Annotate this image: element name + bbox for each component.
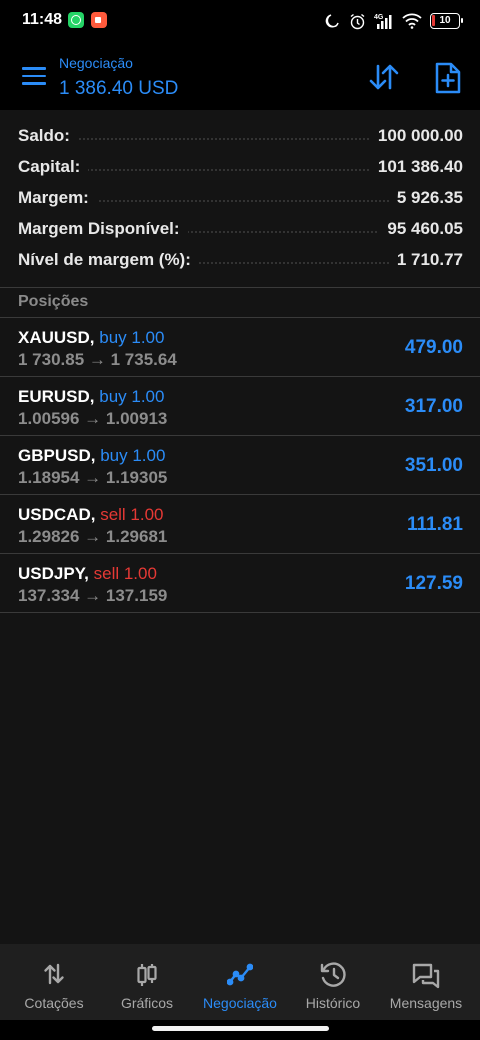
signal-icon: 4G: [374, 14, 392, 29]
summary-value: 5 926.35: [388, 188, 463, 208]
position-row-gbpusd[interactable]: GBPUSD, buy 1.00 1.18954 → 1.19305 351.0…: [0, 436, 480, 495]
position-profit: 479.00: [404, 337, 463, 358]
position-title: USDJPY, sell 1.00: [18, 564, 157, 584]
candlestick-chart-icon: [137, 964, 157, 986]
menu-button[interactable]: [22, 67, 46, 87]
alarm-icon: [350, 13, 365, 29]
summary-label: Margem:: [18, 188, 97, 208]
whatsapp-icon: [68, 12, 84, 28]
position-symbol: USDJPY,: [18, 564, 89, 583]
screen-recorder-icon: [91, 12, 107, 28]
summary-row-nivel-margem: Nível de margem (%): 1 710.77: [0, 246, 480, 277]
account-summary: Saldo: 100 000.00 Capital: 101 386.40 Ma…: [0, 110, 480, 288]
quotes-arrows-icon: [44, 963, 64, 985]
dotted-leader: [60, 169, 420, 171]
nav-tab-negociacao[interactable]: Negociação: [191, 944, 289, 1020]
history-clock-icon: [320, 962, 346, 987]
status-bar: 11:48 4G 10: [0, 0, 480, 42]
position-title: USDCAD, sell 1.00: [18, 505, 164, 525]
summary-label: Saldo:: [18, 126, 78, 146]
positions-header: Posições: [0, 288, 480, 318]
summary-label: Capital:: [18, 157, 89, 177]
sort-button[interactable]: [368, 62, 400, 92]
position-symbol: EURUSD,: [18, 387, 95, 406]
position-symbol: GBPUSD,: [18, 446, 96, 465]
position-title: EURUSD, buy 1.00: [18, 387, 164, 407]
status-time: 11:48: [22, 11, 63, 28]
position-prices: 1.29826 → 1.29681: [18, 527, 168, 546]
position-symbol: USDCAD,: [18, 505, 96, 524]
summary-value: 1 710.77: [388, 250, 463, 270]
nav-label: Gráficos: [120, 995, 174, 1011]
position-side: buy 1.00: [100, 446, 166, 465]
new-document-icon: [435, 62, 461, 94]
position-profit: 317.00: [404, 396, 463, 417]
position-row-xauusd[interactable]: XAUUSD, buy 1.00 1 730.85 → 1 735.64 479…: [0, 318, 480, 377]
position-prices: 1.18954 → 1.19305: [18, 468, 168, 487]
position-prices: 1.00596 → 1.00913: [18, 409, 168, 428]
status-icons: 4G 10: [325, 11, 463, 31]
nav-label: Negociação: [203, 995, 277, 1011]
position-prices: 137.334 → 137.159: [18, 586, 168, 605]
summary-row-saldo: Saldo: 100 000.00: [0, 122, 480, 153]
network-type: 4G: [374, 14, 384, 21]
position-profit: 111.81: [406, 514, 463, 535]
messages-icon: [412, 963, 440, 989]
position-symbol: XAUUSD,: [18, 328, 95, 347]
battery-icon: 10: [430, 13, 463, 29]
position-row-eurusd[interactable]: EURUSD, buy 1.00 1.00596 → 1.00913 317.0…: [0, 377, 480, 436]
bottom-navigation: Cotações Gráficos Negociação Histórico M…: [0, 944, 480, 1020]
summary-label: Nível de margem (%):: [18, 250, 199, 270]
positions-title: Posições: [18, 293, 89, 310]
nav-tab-cotacoes[interactable]: Cotações: [5, 944, 103, 1020]
position-row-usdjpy[interactable]: USDJPY, sell 1.00 137.334 → 137.159 127.…: [0, 554, 480, 613]
position-side: buy 1.00: [99, 387, 165, 406]
gesture-area: [0, 1020, 480, 1040]
position-profit: 351.00: [404, 455, 463, 476]
nav-tab-historico[interactable]: Histórico: [284, 944, 382, 1020]
trade-line-icon: [227, 963, 253, 986]
nav-tab-graficos[interactable]: Gráficos: [98, 944, 196, 1020]
summary-row-capital: Capital: 101 386.40: [0, 153, 480, 184]
dotted-leader: [60, 138, 420, 140]
position-side: sell 1.00: [100, 505, 164, 524]
battery-level: 10: [439, 15, 451, 26]
summary-label: Margem Disponível:: [18, 219, 188, 239]
summary-value: 95 460.05: [379, 219, 463, 239]
summary-value: 100 000.00: [369, 126, 463, 146]
header-title: 1 386.40 USD: [59, 78, 179, 99]
nav-label: Histórico: [305, 995, 361, 1011]
position-side: sell 1.00: [93, 564, 157, 583]
home-gesture-bar[interactable]: [152, 1026, 329, 1031]
nav-label: Mensagens: [389, 995, 463, 1011]
summary-row-margem-disponivel: Margem Disponível: 95 460.05: [0, 215, 480, 246]
nav-label: Cotações: [24, 995, 84, 1011]
position-title: GBPUSD, buy 1.00: [18, 446, 165, 466]
app-header: Negociação 1 386.40 USD: [0, 42, 480, 110]
position-prices: 1 730.85 → 1 735.64: [18, 350, 177, 369]
moon-icon: [325, 14, 339, 28]
position-title: XAUUSD, buy 1.00: [18, 328, 164, 348]
position-profit: 127.59: [404, 573, 463, 594]
position-row-usdcad[interactable]: USDCAD, sell 1.00 1.29826 → 1.29681 111.…: [0, 495, 480, 554]
summary-row-margem: Margem: 5 926.35: [0, 184, 480, 215]
sort-arrows-icon: [369, 64, 399, 90]
position-side: buy 1.00: [99, 328, 165, 347]
header-subtitle: Negociação: [59, 55, 133, 71]
dotted-leader: [60, 200, 420, 202]
new-order-button[interactable]: [434, 62, 462, 94]
nav-tab-mensagens[interactable]: Mensagens: [377, 944, 475, 1020]
wifi-icon: [402, 13, 422, 29]
summary-value: 101 386.40: [369, 157, 463, 177]
